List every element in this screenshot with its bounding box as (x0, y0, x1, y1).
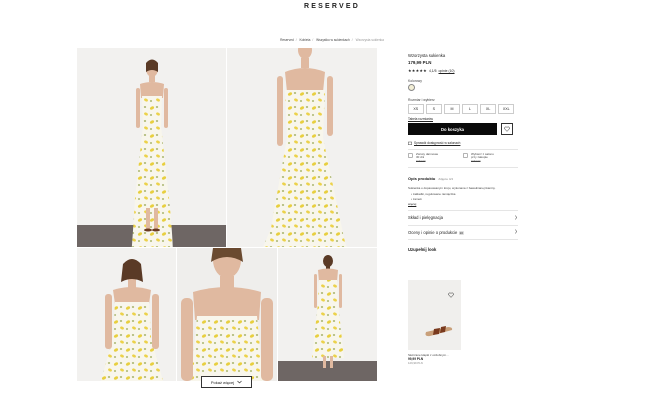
look-item-image[interactable] (408, 280, 461, 350)
description-more-link[interactable]: więcej (408, 202, 518, 206)
brand-logo[interactable]: RESERVED (0, 3, 664, 10)
returns-item: Zwroty darmowe 30 dni zobacz (408, 152, 463, 164)
color-swatch[interactable] (408, 84, 415, 91)
model-image (312, 255, 344, 368)
product-photo-3[interactable] (77, 248, 176, 381)
pickup-item: Wybierz z salonu przy zakupie zobacz (463, 152, 518, 164)
breadcrumb: Reserved / Kobieta / Wszystko w sukienkach… (280, 38, 384, 42)
pickup-link[interactable]: zobacz (471, 159, 481, 163)
chevron-right-icon (514, 229, 518, 235)
chevron-right-icon (514, 214, 518, 221)
color-label: Kolorowy (408, 79, 422, 83)
size-option[interactable]: M (444, 104, 460, 114)
favorite-button[interactable] (501, 123, 513, 135)
size-option[interactable]: XXL (498, 104, 514, 114)
store-pickup-icon (463, 153, 468, 157)
breadcrumb-item[interactable]: Wszystko w sukienkach (316, 38, 350, 42)
rating-row: ★★★★★ 4,1/5 opinie (10) (408, 68, 518, 73)
size-option[interactable]: XL (480, 104, 496, 114)
product-details-panel: Wzorzysta sukienka 179,99 PLN ★★★★★ 4,1/… (408, 53, 518, 252)
description-title: Opis produktu (408, 175, 436, 181)
show-more-label: Pokaż więcej (210, 379, 235, 385)
chevron-down-icon (237, 380, 242, 385)
size-guide-link[interactable]: Tabela rozmiarów (408, 117, 518, 121)
product-photo-1[interactable] (77, 48, 226, 247)
complete-look-heading: Uzupełnij look (408, 246, 437, 252)
show-more-button[interactable]: Pokaż więcej (201, 376, 252, 388)
description-heading: Opis produktu Zdjęcie 4/4 (408, 176, 518, 181)
description-bullet: • zamek (411, 196, 422, 201)
product-title: Wzorzysta sukienka (408, 53, 446, 58)
heart-icon (504, 126, 510, 132)
model-image (131, 59, 173, 247)
store-icon (408, 141, 412, 145)
model-image (181, 248, 273, 381)
reviews-label: Oceny i opinie o produkcie (408, 229, 458, 235)
model-image (101, 259, 163, 381)
breadcrumb-item[interactable]: Kobieta (300, 38, 311, 42)
product-photo-5[interactable] (278, 248, 377, 381)
breadcrumb-current: Wzorzysta sukienka (355, 38, 384, 42)
product-photo-2[interactable] (227, 48, 377, 247)
product-photo-4[interactable] (177, 248, 277, 381)
reviews-accordion[interactable]: Oceny i opinie o produkcie 10 (408, 224, 518, 240)
breadcrumb-item[interactable]: Reserved (280, 38, 294, 42)
rating-stars-icon: ★★★★★ (408, 68, 427, 73)
care-label: Skład i pielęgnacja (408, 215, 443, 221)
size-option[interactable]: S (426, 104, 442, 114)
description-sub: Zdjęcie 4/4 (438, 176, 454, 181)
size-option[interactable]: XS (408, 104, 424, 114)
description-text: Sukienka o dopasowanym kroju, wykonana z… (408, 185, 496, 190)
reviews-count-badge: 10 (458, 230, 464, 235)
model-image (263, 48, 347, 247)
return-icon (408, 153, 413, 157)
look-item-card[interactable]: Skórzane klapki z ozdobnym... 99,99 PLN … (408, 280, 461, 365)
product-price: 179,99 PLN (408, 60, 432, 65)
add-to-cart-button[interactable]: Do koszyka (408, 123, 497, 135)
returns-info: Zwroty darmowe 30 dni zobacz Wybierz z s… (408, 152, 518, 164)
size-selector: XS S M L XL XXL (408, 104, 518, 114)
care-accordion[interactable]: Skład i pielęgnacja (408, 209, 518, 225)
look-item-old-price: 129,99 PLN (408, 361, 423, 365)
size-option[interactable]: L (462, 104, 478, 114)
rating-value: 4,1/5 (428, 68, 437, 73)
size-label: Rozmiar i wybierz (408, 98, 435, 102)
returns-link[interactable]: zobacz (416, 159, 426, 163)
sandal-image (425, 326, 453, 337)
reviews-link[interactable]: opinie (10) (438, 69, 454, 73)
store-availability-link[interactable]: Sprawdź dostępność w salonach (408, 141, 518, 145)
store-link-label: Sprawdź dostępność w salonach (414, 141, 461, 145)
